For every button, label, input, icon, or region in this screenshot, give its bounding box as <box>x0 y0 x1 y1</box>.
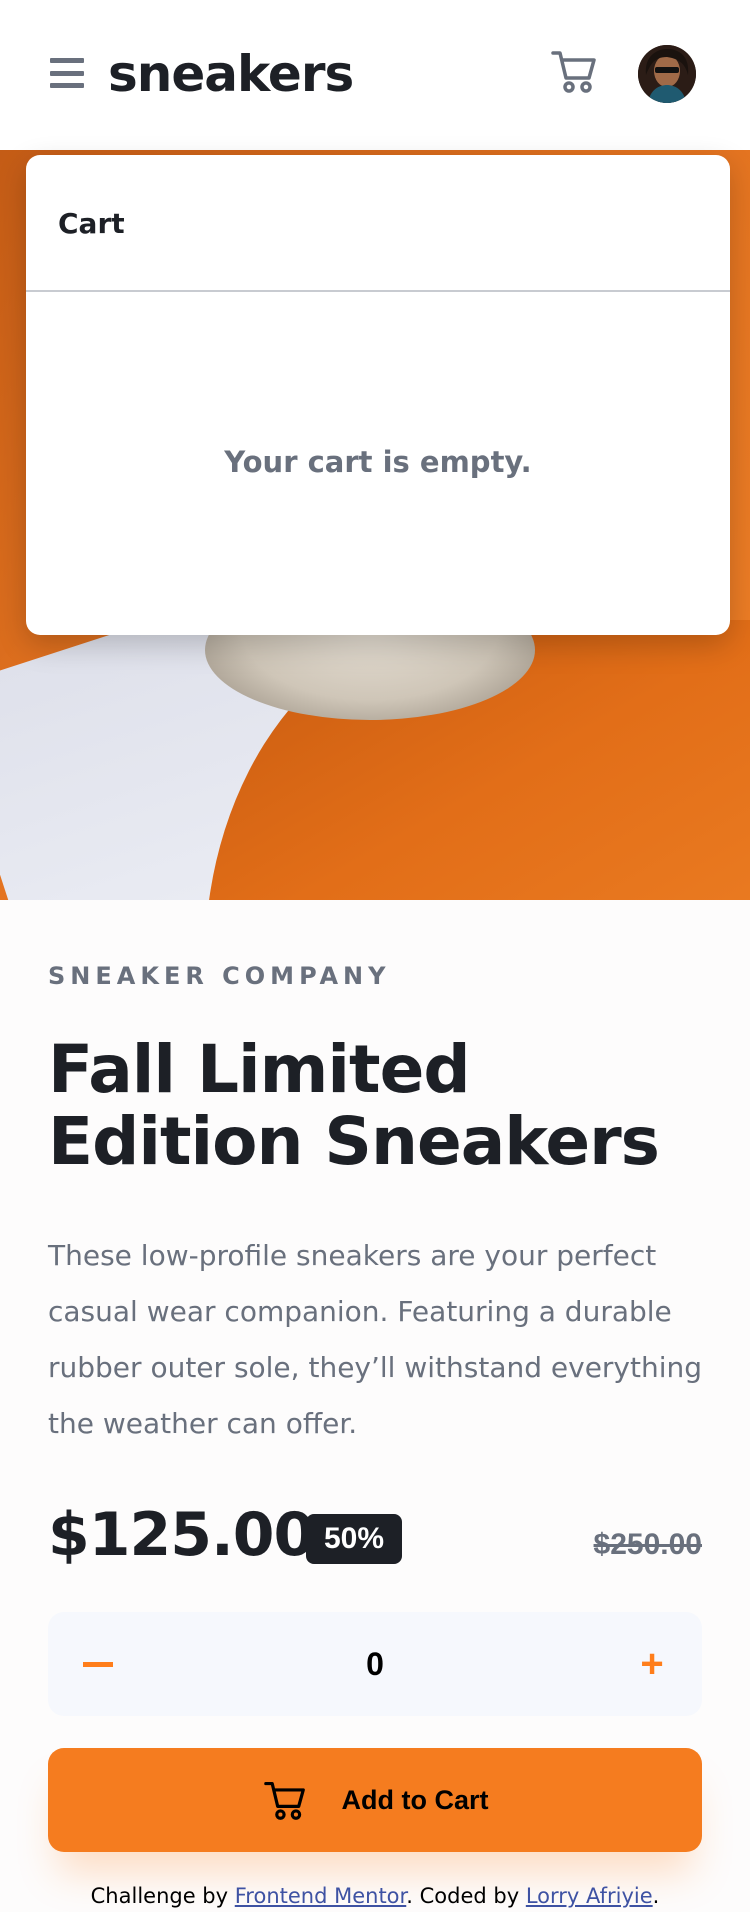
product-description: These low-profile sneakers are your perf… <box>48 1239 703 1440</box>
footer-prefix: Challenge by <box>90 1884 235 1908</box>
menu-icon-bar <box>50 70 84 76</box>
user-avatar[interactable] <box>638 45 696 103</box>
menu-icon-bar <box>50 58 84 63</box>
menu-icon-bar <box>50 83 84 88</box>
cart-empty-message: Your cart is empty. <box>224 445 532 479</box>
current-price: $125.00 <box>48 1500 315 1570</box>
increase-quantity-button[interactable]: + <box>602 1612 702 1716</box>
frontend-mentor-link[interactable]: Frontend Mentor <box>235 1884 407 1908</box>
company-name: SNEAKER COMPANY <box>48 962 391 990</box>
footer-middle: . Coded by <box>406 1884 526 1908</box>
cart-dropdown: Cart Your cart is empty. <box>26 155 730 635</box>
product-title: Fall Limited Edition Sneakers <box>48 1031 660 1180</box>
add-to-cart-button[interactable]: Add to Cart <box>48 1748 702 1852</box>
attribution-footer: Challenge by Frontend Mentor. Coded by L… <box>0 1884 750 1908</box>
discount-badge: 50% <box>306 1514 402 1564</box>
avatar-image <box>638 45 696 103</box>
minus-icon <box>83 1661 113 1667</box>
original-price: $250.00 <box>593 1528 702 1561</box>
menu-button[interactable] <box>50 58 84 88</box>
footer-suffix: . <box>652 1884 660 1908</box>
cart-title: Cart <box>58 207 125 240</box>
cart-icon <box>263 1781 305 1820</box>
quantity-stepper: 0 + <box>48 1612 702 1716</box>
site-header: sneakers <box>0 0 750 150</box>
cart-icon <box>551 51 596 93</box>
author-link[interactable]: Lorry Afriyie <box>526 1884 653 1908</box>
add-to-cart-label: Add to Cart <box>341 1784 489 1815</box>
decrease-quantity-button[interactable] <box>48 1612 148 1716</box>
cart-divider <box>26 290 730 292</box>
cart-button[interactable] <box>550 48 598 94</box>
brand-logo[interactable]: sneakers <box>108 42 354 106</box>
